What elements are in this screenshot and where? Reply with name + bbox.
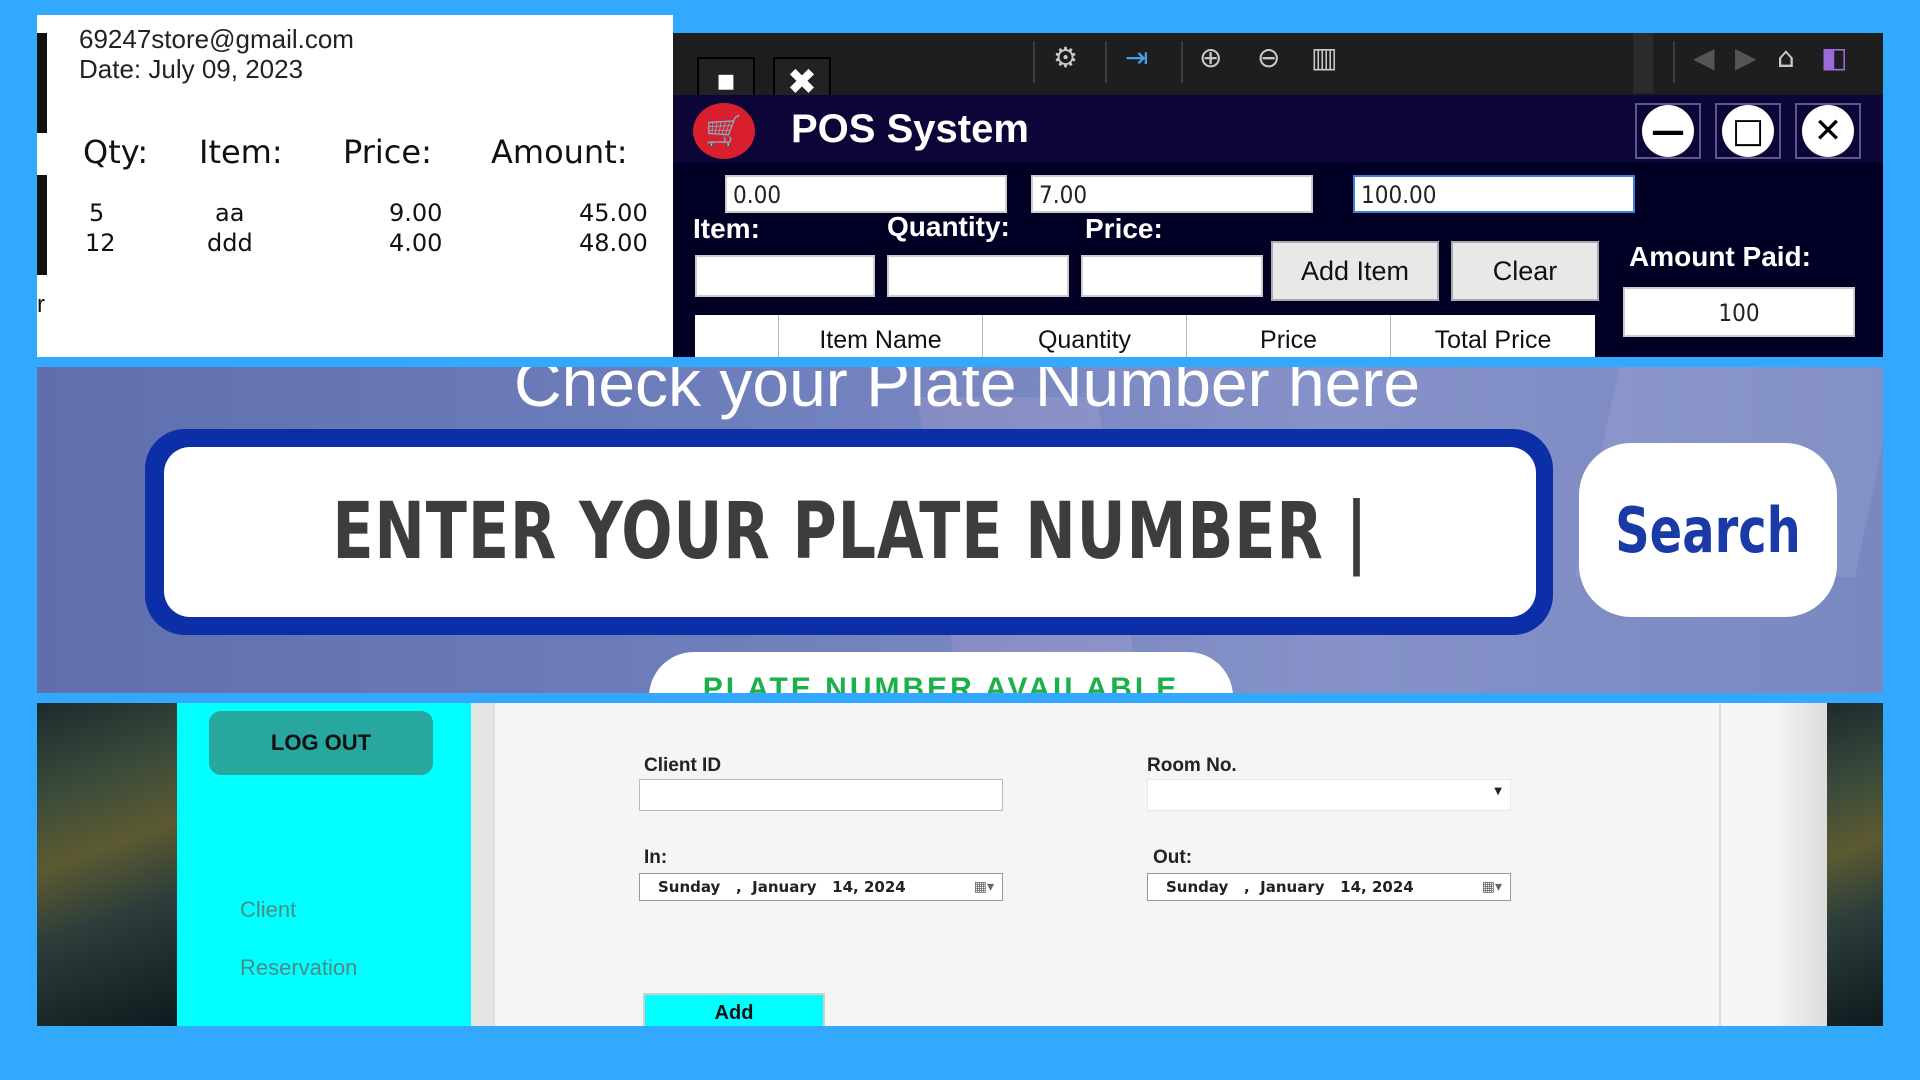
reservation-panel: LOG OUT Client Reservation Client ID Roo… <box>37 703 1883 1026</box>
grid-column-header[interactable]: Price <box>1187 315 1391 357</box>
receipt-edge-char: r <box>37 291 45 318</box>
pos-window: ⏹ ✖ ⚙ ⇥ ⊕ ⊖ ▥ ◀ ▶ ⌂ ◧ 🛒 POS System — □ ✕… <box>673 33 1883 357</box>
grid-column-header[interactable]: Quantity <box>983 315 1187 357</box>
quantity-label: Quantity: <box>887 211 1010 242</box>
pos-form: 🛒 POS System — □ ✕ 0.00 7.00 100.00 Item… <box>673 95 1883 357</box>
content-gutter <box>1773 703 1827 1026</box>
close-icon: ✕ <box>1802 105 1854 157</box>
grid-column-header[interactable]: Item Name <box>779 315 983 357</box>
receipt-edge-bar <box>37 175 47 275</box>
price-label: Price: <box>1085 213 1163 244</box>
maximize-icon: □ <box>1722 105 1774 157</box>
amount-paid-input[interactable]: 100 <box>1623 287 1855 337</box>
quantity-input[interactable] <box>887 255 1069 297</box>
gear-icon[interactable]: ⚙ <box>1053 41 1078 74</box>
item-header: Item: <box>199 133 283 171</box>
plate-search-panel: Check your Plate Number here ENTER YOUR … <box>37 367 1883 693</box>
out-date-value: Sunday , January 14, 2024 <box>1166 878 1414 896</box>
room-no-dropdown[interactable]: ▼ <box>1147 779 1511 811</box>
receipt-item: aa <box>215 199 245 227</box>
subtotal-field[interactable]: 0.00 <box>725 175 1007 213</box>
toolbar-separator <box>1673 41 1675 83</box>
client-id-label: Client ID <box>644 755 722 776</box>
cart-icon: 🛒 <box>693 103 755 159</box>
client-id-input[interactable] <box>639 779 1003 811</box>
receipt-item: ddd <box>207 229 253 257</box>
add-item-button[interactable]: Add Item <box>1271 241 1439 301</box>
total-field[interactable]: 100.00 <box>1353 175 1635 213</box>
items-grid-header: Item Name Quantity Price Total Price <box>695 315 1595 357</box>
sidebar-item-reservation[interactable]: Reservation <box>240 955 357 981</box>
toolbar-separator <box>1105 41 1107 83</box>
in-date-value: Sunday , January 14, 2024 <box>658 878 906 896</box>
plate-heading: Check your Plate Number here <box>513 367 1421 420</box>
price-header: Price: <box>343 133 432 171</box>
plate-number-input[interactable]: ENTER YOUR PLATE NUMBER | <box>164 447 1536 617</box>
toolbar-separator <box>1181 41 1183 83</box>
chevron-down-icon: ▼ <box>1494 786 1502 797</box>
store-email: 69247store@gmail.com <box>79 24 354 54</box>
ide-toolbar: ⏹ ✖ ⚙ ⇥ ⊕ ⊖ ▥ ◀ ▶ ⌂ ◧ <box>673 33 1883 107</box>
forward-icon[interactable]: ▶ <box>1735 41 1757 74</box>
item-label: Item: <box>693 213 760 244</box>
search-button[interactable]: Search <box>1579 443 1837 617</box>
forest-background <box>37 703 177 1026</box>
in-label: In: <box>644 847 668 868</box>
chart-icon[interactable]: ▥ <box>1311 41 1337 74</box>
receipt-amount: 45.00 <box>579 199 648 227</box>
out-label: Out: <box>1153 847 1193 868</box>
close-window-button[interactable]: ✕ <box>1795 103 1861 159</box>
receipt-qty: 12 <box>85 229 116 257</box>
receipt-qty: 5 <box>89 199 105 227</box>
add-reservation-button[interactable]: Add <box>643 993 825 1026</box>
out-date-picker[interactable]: Sunday , January 14, 2024 ▦▾ <box>1147 873 1511 901</box>
sidebar-item-client[interactable]: Client <box>240 897 296 923</box>
grid-column-header[interactable]: Total Price <box>1391 315 1595 357</box>
clear-button[interactable]: Clear <box>1451 241 1599 301</box>
sidebar: LOG OUT Client Reservation <box>177 703 471 1026</box>
home-icon[interactable]: ⌂ <box>1777 41 1795 74</box>
receipt-date: Date: July 09, 2023 <box>79 54 304 84</box>
grid-column-header[interactable] <box>695 315 779 357</box>
tax-field[interactable]: 7.00 <box>1031 175 1313 213</box>
scrollbar[interactable] <box>1633 33 1653 93</box>
reservation-form <box>493 703 1721 1026</box>
receipt-amount: 48.00 <box>579 229 648 257</box>
content-gutter <box>471 703 493 1026</box>
price-input[interactable] <box>1081 255 1263 297</box>
receipt-panel: r 69247store@gmail.com Date: July 09, 20… <box>37 15 673 357</box>
receipt-price: 9.00 <box>389 199 443 227</box>
back-icon[interactable]: ◀ <box>1693 41 1715 74</box>
plate-placeholder: ENTER YOUR PLATE NUMBER | <box>331 487 1369 577</box>
minimize-button[interactable]: — <box>1635 103 1701 159</box>
in-date-picker[interactable]: Sunday , January 14, 2024 ▦▾ <box>639 873 1003 901</box>
search-label: Search <box>1615 493 1801 567</box>
toolbar-separator <box>1033 41 1035 83</box>
availability-badge: PLATE NUMBER AVAILABLE <box>649 652 1233 693</box>
export-icon[interactable]: ⇥ <box>1125 41 1148 74</box>
item-input[interactable] <box>695 255 875 297</box>
forest-background <box>1827 703 1883 1026</box>
logout-button[interactable]: LOG OUT <box>209 711 433 775</box>
zoom-in-icon[interactable]: ⊕ <box>1199 41 1222 74</box>
pos-title: POS System <box>791 107 1029 151</box>
receipt-price: 4.00 <box>389 229 443 257</box>
room-no-label: Room No. <box>1147 755 1237 776</box>
calendar-icon[interactable]: ▦▾ <box>974 879 994 895</box>
pos-titlebar: 🛒 POS System — □ ✕ <box>673 95 1883 163</box>
availability-status: PLATE NUMBER AVAILABLE <box>702 672 1180 693</box>
amount-header: Amount: <box>491 133 628 171</box>
visual-studio-icon[interactable]: ◧ <box>1821 41 1847 74</box>
calendar-icon[interactable]: ▦▾ <box>1482 879 1502 895</box>
maximize-button[interactable]: □ <box>1715 103 1781 159</box>
zoom-out-icon[interactable]: ⊖ <box>1257 41 1280 74</box>
amount-paid-label: Amount Paid: <box>1629 241 1811 272</box>
minimize-icon: — <box>1642 105 1694 157</box>
qty-header: Qty: <box>83 133 149 171</box>
receipt-edge-bar <box>37 33 47 133</box>
